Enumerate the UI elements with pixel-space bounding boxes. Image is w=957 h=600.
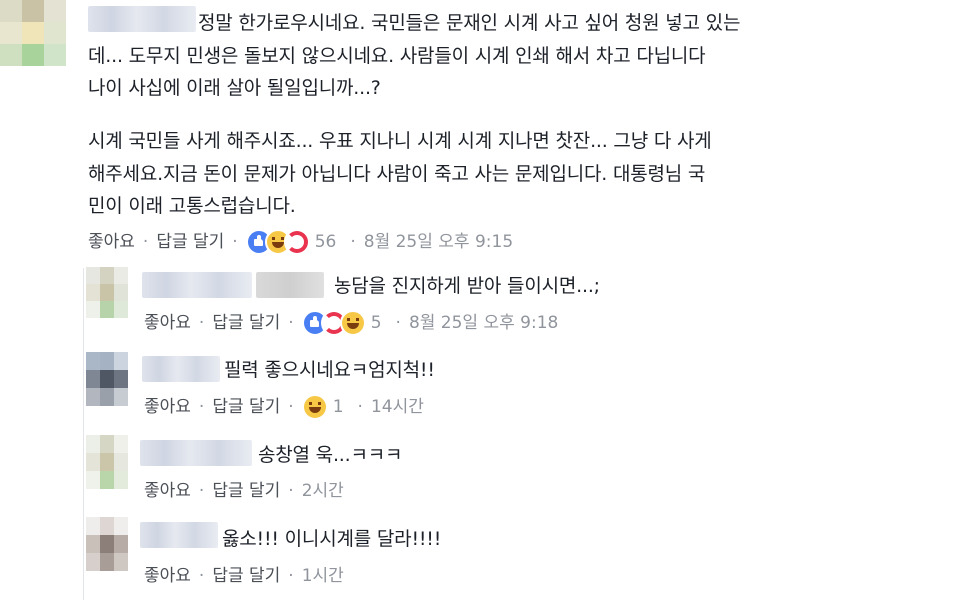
- reply-text: 송창열 욱...ㅋㅋㅋ: [258, 444, 403, 466]
- comment-actions: 좋아요 · 답글 달기 · 1시간: [144, 563, 344, 589]
- commenter-name[interactable]: [142, 272, 252, 298]
- timestamp[interactable]: 8월 25일 오후 9:15: [364, 229, 513, 255]
- reactions-summary[interactable]: 56: [245, 229, 337, 255]
- separator: ·: [142, 232, 149, 252]
- reaction-count: 5: [370, 313, 382, 333]
- comment-text-line: 해주세요.지금 돈이 문제가 아닙니다 사람이 죽고 사는 문제입니다. 대통령…: [88, 163, 706, 185]
- reply-button[interactable]: 답글 달기: [212, 310, 280, 336]
- reply-button[interactable]: 답글 달기: [156, 229, 224, 255]
- separator: ·: [288, 481, 294, 501]
- haha-reaction-icon: [301, 394, 328, 420]
- commenter-name[interactable]: [140, 440, 252, 466]
- reply-button[interactable]: 답글 달기: [212, 394, 280, 420]
- avatar[interactable]: [0, 0, 66, 66]
- reply-text: 농담을 진지하게 받아 들이시면...;: [334, 275, 600, 297]
- separator: ·: [357, 397, 363, 417]
- like-button[interactable]: 좋아요: [88, 229, 135, 255]
- separator: ·: [232, 232, 238, 252]
- reply-button[interactable]: 답글 달기: [212, 478, 280, 504]
- separator: ·: [395, 313, 401, 333]
- separator: ·: [198, 481, 205, 501]
- separator: ·: [350, 232, 356, 252]
- avatar[interactable]: [86, 517, 128, 571]
- reactions-summary[interactable]: 1: [301, 394, 344, 420]
- comment-text-line: 정말 한가로우시네요. 국민들은 문재인 시계 사고 싶어 청원 넣고 있는: [198, 12, 741, 34]
- separator: ·: [198, 313, 205, 333]
- comment-actions: 좋아요 · 답글 달기 · 5 · 8월 25일 오후 9:18: [144, 310, 558, 336]
- separator: ·: [288, 397, 294, 417]
- timestamp[interactable]: 8월 25일 오후 9:18: [409, 310, 558, 336]
- like-button[interactable]: 좋아요: [144, 394, 191, 420]
- timestamp[interactable]: 2시간: [302, 478, 344, 504]
- separator: ·: [198, 566, 205, 586]
- avatar[interactable]: [86, 435, 128, 489]
- reaction-count: 56: [314, 232, 337, 252]
- commenter-name[interactable]: [142, 356, 220, 382]
- comment-text-line: 민이 이래 고통스럽습니다.: [88, 195, 296, 217]
- reaction-count: 1: [332, 397, 344, 417]
- separator: ·: [198, 397, 205, 417]
- comment-actions: 좋아요 · 답글 달기 · 2시간: [144, 478, 344, 504]
- comment-actions: 좋아요 · 답글 달기 · 56 · 8월 25일 오후 9:15: [88, 229, 513, 255]
- like-button[interactable]: 좋아요: [144, 310, 191, 336]
- reply-thread-line: [83, 268, 84, 600]
- timestamp[interactable]: 14시간: [371, 394, 424, 420]
- haha-reaction-icon: [339, 310, 366, 336]
- comment-text-line: 데... 도무지 민생은 돌보지 않으시네요. 사람들이 시계 인쇄 해서 차고…: [88, 45, 706, 67]
- reply-text: 필력 좋으시네요ㅋ엄지척!!: [224, 359, 435, 381]
- like-button[interactable]: 좋아요: [144, 478, 191, 504]
- commenter-name[interactable]: [256, 272, 324, 298]
- avatar[interactable]: [86, 352, 128, 406]
- commenter-name[interactable]: [88, 6, 196, 32]
- comment-actions: 좋아요 · 답글 달기 · 1 · 14시간: [144, 394, 424, 420]
- reply-text: 옳소!!! 이니시계를 달라!!!!: [222, 528, 442, 550]
- timestamp[interactable]: 1시간: [302, 563, 344, 589]
- avatar[interactable]: [86, 267, 128, 318]
- commenter-name[interactable]: [140, 522, 218, 548]
- comment-text-line: 시계 국민들 사게 해주시죠... 우표 지나니 시계 시계 지나면 찻잔...…: [88, 130, 712, 152]
- reactions-summary[interactable]: 5: [301, 310, 382, 336]
- like-button[interactable]: 좋아요: [144, 563, 191, 589]
- love-reaction-icon: [283, 229, 310, 255]
- separator: ·: [288, 313, 294, 333]
- separator: ·: [288, 566, 294, 586]
- reply-button[interactable]: 답글 달기: [212, 563, 280, 589]
- comment-text-line: 나이 사십에 이래 살아 될일입니까...?: [88, 77, 381, 99]
